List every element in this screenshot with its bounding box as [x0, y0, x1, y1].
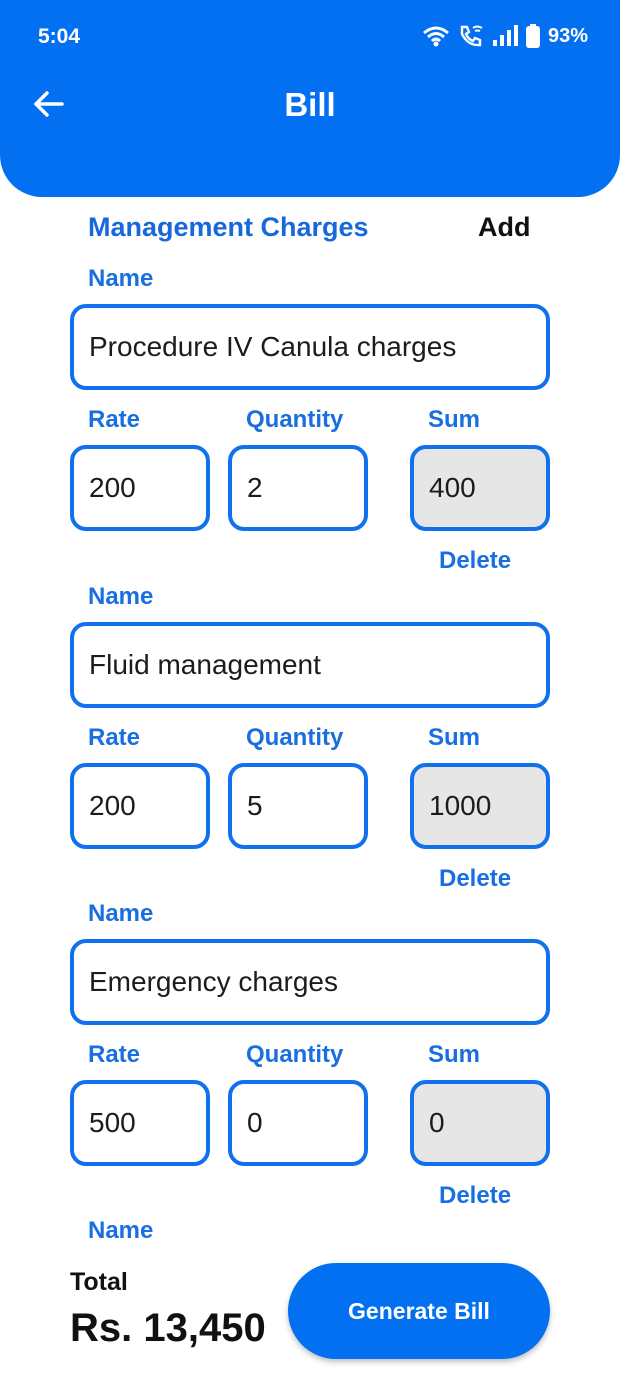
rate-label: Rate [88, 406, 141, 433]
name-field[interactable]: Emergency charges [70, 939, 550, 1025]
name-label: Name [88, 265, 154, 292]
page-title: Bill [284, 86, 336, 123]
sum-label: Sum [428, 406, 481, 433]
battery-icon [525, 24, 540, 48]
total-value: Rs. 13,450 [70, 1306, 266, 1350]
sum-field: 0 [410, 1080, 550, 1166]
delete-button[interactable]: Delete [439, 1182, 511, 1210]
app-bar: 5:04 93% Bill [0, 0, 620, 197]
wifi-icon [423, 26, 449, 47]
sum-field: 1000 [410, 763, 550, 849]
name-label: Name [88, 583, 154, 610]
quantity-field[interactable]: 0 [228, 1080, 368, 1166]
wifi-call-icon [460, 25, 483, 47]
rate-field[interactable]: 200 [70, 445, 210, 531]
battery-percent: 93% [547, 24, 588, 47]
charge-item: Name Procedure IV Canula charges Rate Qu… [0, 259, 620, 577]
rate-label: Rate [88, 1041, 141, 1068]
total-label: Total [70, 1268, 128, 1296]
status-icons: 93% [422, 24, 588, 48]
add-button[interactable]: Add [478, 212, 530, 243]
quantity-label: Quantity [246, 724, 344, 751]
name-label: Name [88, 900, 154, 927]
sum-field: 400 [410, 445, 550, 531]
charge-item: Name Emergency charges Rate Quantity Sum… [0, 894, 620, 1212]
rate-field[interactable]: 500 [70, 1080, 210, 1166]
name-field[interactable]: Procedure IV Canula charges [70, 304, 550, 390]
status-time: 5:04 [38, 25, 81, 48]
name-label: Name [88, 1217, 154, 1240]
sum-label: Sum [428, 1041, 481, 1068]
delete-button[interactable]: Delete [439, 547, 511, 575]
rate-field[interactable]: 200 [70, 763, 210, 849]
generate-bill-button[interactable]: Generate Bill [288, 1263, 550, 1359]
rate-label: Rate [88, 724, 141, 751]
section-title: Management Charges [88, 212, 369, 242]
signal-icon [492, 25, 518, 46]
bill-footer: Total Rs. 13,450 Generate Bill [0, 1240, 620, 1386]
charges-list[interactable]: Management Charges Add Name Procedure IV… [0, 197, 620, 1240]
quantity-field[interactable]: 5 [228, 763, 368, 849]
charge-item: Name Fluid management Rate Quantity Sum … [0, 577, 620, 895]
delete-button[interactable]: Delete [439, 865, 511, 893]
quantity-field[interactable]: 2 [228, 445, 368, 531]
name-field[interactable]: Fluid management [70, 622, 550, 708]
quantity-label: Quantity [246, 1041, 344, 1068]
sum-label: Sum [428, 724, 481, 751]
quantity-label: Quantity [246, 406, 344, 433]
